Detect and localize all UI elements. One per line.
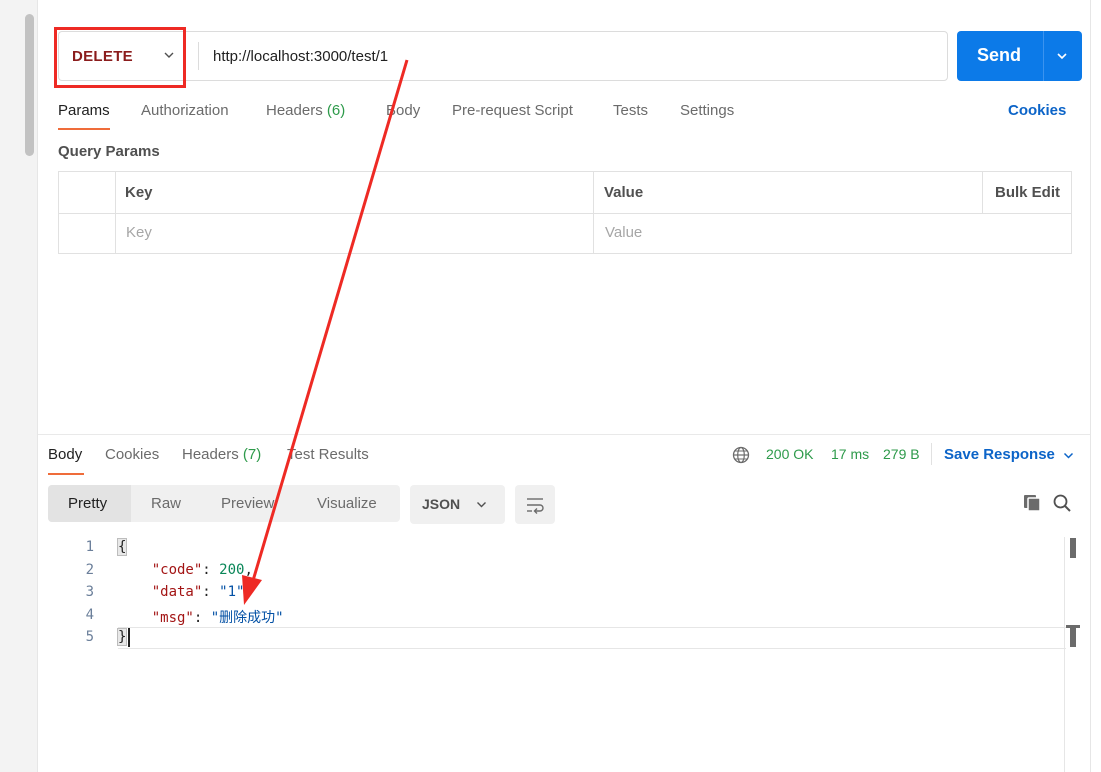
query-params-table: Key Value Bulk Edit Key Value (58, 171, 1072, 254)
chevron-down-icon (477, 502, 486, 508)
scrollbar-marker (1070, 625, 1076, 647)
table-col-divider (982, 172, 983, 213)
json-key: "code" (151, 562, 203, 578)
open-brace: { (116, 538, 128, 556)
status-separator (931, 443, 932, 465)
view-visualize-button[interactable]: Visualize (317, 495, 377, 512)
bulk-edit-button[interactable]: Bulk Edit (995, 184, 1060, 201)
tab-body[interactable]: Body (386, 102, 420, 119)
query-params-title: Query Params (58, 143, 160, 160)
json-value: 200 (219, 562, 245, 578)
response-headers-count: (7) (242, 446, 262, 463)
active-tab-underline (58, 128, 110, 130)
cookies-link[interactable]: Cookies (1008, 102, 1066, 119)
tab-params[interactable]: Params (58, 102, 110, 119)
response-divider (38, 434, 1090, 435)
url-input[interactable]: http://localhost:3000/test/1 (184, 31, 948, 81)
line-number: 4 (85, 607, 94, 623)
send-separator (1043, 31, 1044, 81)
response-tab-body[interactable]: Body (48, 446, 82, 463)
json-key: "data" (151, 584, 203, 600)
status-code[interactable]: 200 OK (766, 446, 813, 462)
code-line: { (116, 538, 128, 556)
current-line-highlight (118, 627, 1066, 649)
view-preview-button[interactable]: Preview (221, 495, 274, 512)
format-dropdown[interactable]: JSON (410, 485, 505, 524)
annotation-highlight-box (54, 27, 186, 88)
tab-tests[interactable]: Tests (613, 102, 648, 119)
json-key: "msg" (151, 610, 194, 626)
send-label: Send (977, 45, 1022, 65)
response-time[interactable]: 17 ms (831, 446, 869, 462)
chevron-down-icon[interactable] (1062, 449, 1075, 462)
column-header-key: Key (125, 184, 153, 201)
tab-settings[interactable]: Settings (680, 102, 734, 119)
format-label: JSON (422, 496, 461, 512)
headers-count: (6) (326, 102, 346, 119)
code-line: "msg": "删除成功" (151, 610, 284, 626)
column-header-value: Value (604, 184, 644, 201)
param-value-input[interactable]: Value (605, 224, 642, 241)
response-active-underline (48, 473, 84, 475)
table-row-divider (59, 213, 1071, 214)
view-pretty-button[interactable]: Pretty (68, 495, 107, 512)
view-raw-button[interactable]: Raw (151, 495, 181, 512)
line-number: 2 (85, 562, 94, 578)
url-text: http://localhost:3000/test/1 (213, 47, 389, 65)
response-tab-cookies[interactable]: Cookies (105, 446, 159, 463)
wrap-lines-button[interactable] (515, 485, 555, 524)
editor-scrollbar-track[interactable] (1064, 537, 1065, 772)
code-line: "data": "1", (151, 584, 253, 600)
json-value: "1" (219, 584, 245, 600)
url-divider (198, 42, 199, 70)
globe-icon[interactable] (732, 446, 750, 464)
copy-icon[interactable] (1022, 493, 1042, 513)
search-icon[interactable] (1052, 493, 1072, 513)
line-number: 5 (85, 629, 94, 645)
tab-headers[interactable]: Headers (6) (266, 102, 345, 119)
line-number: 1 (85, 539, 94, 555)
response-tab-test-results[interactable]: Test Results (287, 446, 369, 463)
tab-pre-request-script[interactable]: Pre-request Script (452, 102, 573, 119)
param-key-input[interactable]: Key (126, 224, 152, 241)
response-size[interactable]: 279 B (883, 446, 920, 462)
right-divider (1090, 0, 1091, 772)
left-scrollbar[interactable] (25, 14, 34, 156)
close-brace: } (116, 628, 128, 646)
table-col-divider (115, 172, 116, 253)
chevron-down-icon[interactable] (1054, 48, 1070, 64)
code-line: "code": 200, (151, 562, 253, 578)
text-cursor (128, 628, 130, 647)
scrollbar-marker (1070, 538, 1076, 558)
line-number: 3 (85, 584, 94, 600)
tab-authorization[interactable]: Authorization (141, 102, 229, 119)
wrap-lines-icon (527, 498, 544, 514)
save-response-button[interactable]: Save Response (944, 446, 1055, 463)
code-line: } (116, 628, 128, 646)
send-button[interactable]: Send (957, 31, 1082, 81)
table-col-divider (593, 172, 594, 253)
response-tab-headers[interactable]: Headers (7) (182, 446, 261, 463)
json-value: "删除成功" (210, 610, 284, 626)
